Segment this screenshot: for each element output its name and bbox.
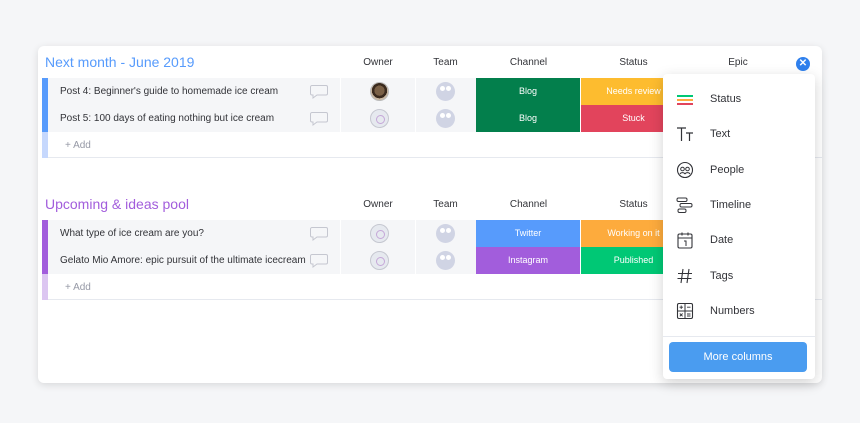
channel-cell[interactable]: Blog	[476, 105, 581, 132]
column-type-menu: Status Text People Timeline Date Tags Nu…	[663, 74, 815, 379]
more-columns-button[interactable]: More columns	[669, 342, 807, 372]
owner-cell[interactable]	[341, 78, 415, 105]
channel-cell[interactable]: Instagram	[476, 247, 581, 274]
menu-item-date[interactable]: Date	[663, 225, 815, 255]
add-item-input[interactable]: + Add	[65, 282, 91, 293]
column-header-owner[interactable]: Owner	[341, 57, 415, 68]
menu-item-people[interactable]: People	[663, 155, 815, 185]
tags-icon	[677, 268, 692, 284]
channel-cell[interactable]: Blog	[476, 78, 581, 105]
avatar	[370, 82, 389, 101]
menu-item-label: Tags	[710, 270, 734, 282]
people-icon	[676, 161, 694, 179]
date-icon	[677, 232, 693, 249]
column-header-team[interactable]: Team	[415, 199, 476, 210]
menu-divider	[663, 336, 815, 337]
status-icon	[677, 95, 693, 105]
team-cell[interactable]	[416, 247, 476, 274]
item-name[interactable]: Gelato Mio Amore: epic pursuit of the ul…	[48, 247, 340, 274]
team-cell[interactable]	[416, 105, 476, 132]
chat-bubble-icon[interactable]	[310, 111, 328, 126]
column-header-channel[interactable]: Channel	[476, 57, 581, 68]
menu-item-label: Numbers	[710, 305, 755, 317]
owner-cell[interactable]	[341, 220, 415, 247]
people-placeholder-icon	[436, 82, 455, 101]
item-name[interactable]: What type of ice cream are you?	[48, 220, 340, 247]
channel-cell[interactable]: Twitter	[476, 220, 581, 247]
column-header-owner[interactable]: Owner	[341, 199, 415, 210]
menu-item-label: People	[710, 164, 745, 176]
close-icon[interactable]: ✕	[796, 57, 810, 71]
owner-cell[interactable]	[341, 105, 415, 132]
row-color-bar	[42, 132, 48, 158]
add-item-input[interactable]: + Add	[65, 140, 91, 151]
team-cell[interactable]	[416, 78, 476, 105]
avatar	[370, 224, 389, 243]
timeline-icon	[676, 197, 693, 213]
column-header-status[interactable]: Status	[581, 57, 686, 68]
avatar	[370, 109, 389, 128]
people-placeholder-icon	[436, 109, 455, 128]
column-header-team[interactable]: Team	[415, 57, 476, 68]
column-header-channel[interactable]: Channel	[476, 199, 581, 210]
row-color-bar	[42, 274, 48, 300]
menu-item-label: Status	[710, 93, 742, 105]
item-name[interactable]: Post 4: Beginner's guide to homemade ice…	[48, 78, 340, 105]
people-placeholder-icon	[436, 251, 455, 270]
chat-bubble-icon[interactable]	[310, 253, 328, 268]
owner-cell[interactable]	[341, 247, 415, 274]
chat-bubble-icon[interactable]	[310, 226, 328, 241]
numbers-icon	[676, 302, 694, 320]
menu-item-label: Timeline	[710, 199, 752, 211]
group-title[interactable]: Next month - June 2019	[45, 54, 194, 70]
people-placeholder-icon	[436, 224, 455, 243]
avatar	[370, 251, 389, 270]
team-cell[interactable]	[416, 220, 476, 247]
item-name[interactable]: Post 5: 100 days of eating nothing but i…	[48, 105, 340, 132]
menu-item-timeline[interactable]: Timeline	[663, 190, 815, 220]
chat-bubble-icon[interactable]	[310, 84, 328, 99]
menu-item-tags[interactable]: Tags	[663, 261, 815, 291]
column-header-epic[interactable]: Epic	[698, 57, 778, 68]
group-title[interactable]: Upcoming & ideas pool	[45, 196, 189, 212]
menu-item-status[interactable]: Status	[663, 84, 815, 114]
text-icon	[677, 127, 693, 141]
menu-item-numbers[interactable]: Numbers	[663, 296, 815, 326]
menu-item-label: Text	[710, 128, 731, 140]
menu-item-label: Date	[710, 234, 734, 246]
menu-item-text[interactable]: Text	[663, 119, 815, 149]
